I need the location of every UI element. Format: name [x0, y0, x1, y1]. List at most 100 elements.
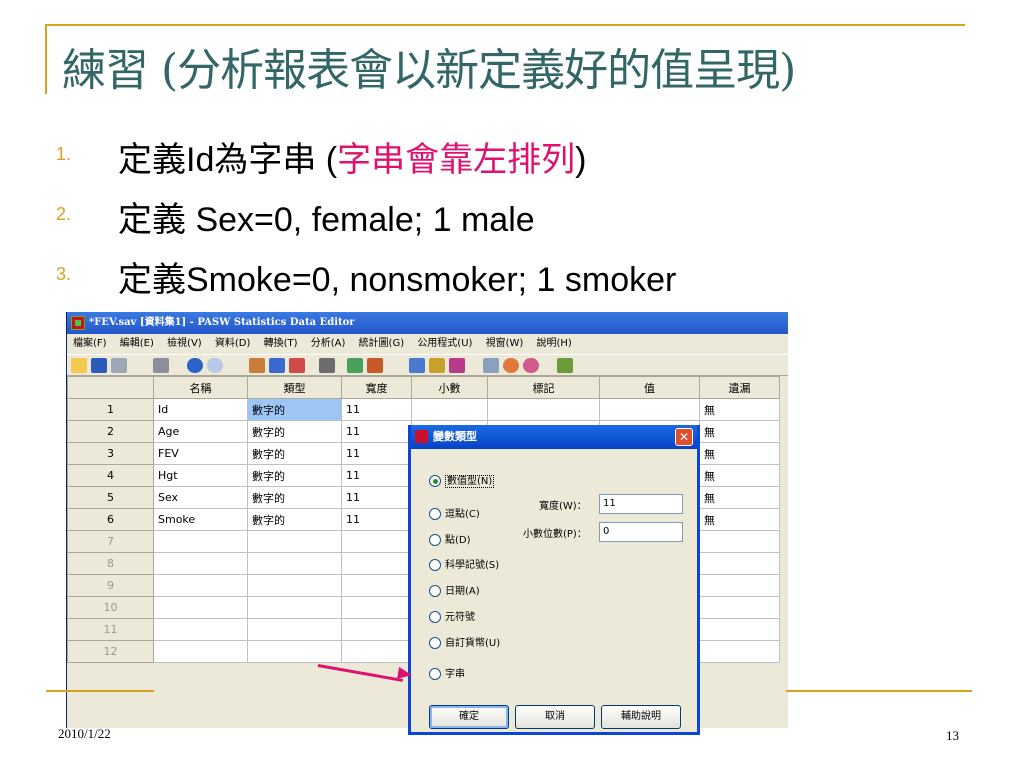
row-header[interactable]: 8 [67, 552, 154, 575]
cell-name[interactable]: Sex [153, 486, 248, 509]
decimals-field[interactable]: 0 [599, 522, 683, 542]
cell-width[interactable]: 11 [341, 442, 412, 465]
cell-width[interactable]: 11 [341, 398, 412, 421]
cell-missing[interactable] [699, 640, 780, 663]
menu-edit[interactable]: 編輯(E) [120, 338, 154, 349]
menu-help[interactable]: 說明(H) [537, 338, 572, 349]
row-header[interactable]: 2 [67, 420, 154, 443]
row-header[interactable]: 4 [67, 464, 154, 487]
window-titlebar[interactable]: *FEV.sav [資料集1] - PASW Statistics Data E… [67, 312, 788, 334]
cell-type[interactable] [247, 552, 342, 575]
value-labels-icon[interactable] [483, 358, 499, 373]
radio-dollar[interactable]: 元符號 [429, 608, 475, 623]
weight-cases-icon[interactable] [429, 358, 445, 373]
cell-name[interactable]: Age [153, 420, 248, 443]
col-header-name[interactable]: 名稱 [153, 376, 248, 399]
radio-button[interactable] [429, 637, 441, 649]
col-header-type[interactable]: 類型 [247, 376, 342, 399]
cell-width[interactable] [341, 640, 412, 663]
close-icon[interactable]: ✕ [675, 428, 693, 446]
radio-button[interactable] [429, 534, 441, 546]
open-icon[interactable] [71, 358, 87, 373]
cell-missing[interactable]: 無 [699, 398, 780, 421]
menu-view[interactable]: 檢視(V) [167, 338, 202, 349]
cell-missing[interactable] [699, 530, 780, 553]
radio-custom-currency[interactable]: 自訂貨幣(U) [429, 634, 500, 649]
cell-type[interactable]: 數字的 [247, 420, 342, 443]
row-header[interactable]: 3 [67, 442, 154, 465]
show-all-icon[interactable] [523, 358, 539, 373]
cell-name[interactable]: FEV [153, 442, 248, 465]
menu-window[interactable]: 視窗(W) [486, 338, 524, 349]
menu-graphs[interactable]: 統計圖(G) [359, 338, 405, 349]
cell-missing[interactable] [699, 574, 780, 597]
cell-missing[interactable]: 無 [699, 442, 780, 465]
cell-width[interactable]: 11 [341, 508, 412, 531]
goto-variable-icon[interactable] [269, 358, 285, 373]
cell-name[interactable] [153, 530, 248, 553]
col-header-decimals[interactable]: 小數 [411, 376, 488, 399]
save-icon[interactable] [91, 358, 107, 373]
cell-missing[interactable] [699, 618, 780, 641]
print-icon[interactable] [111, 358, 127, 373]
variables-icon[interactable] [289, 358, 305, 373]
cell-width[interactable]: 11 [341, 464, 412, 487]
row-header[interactable]: 5 [67, 486, 154, 509]
cell-width[interactable]: 11 [341, 486, 412, 509]
cell-missing[interactable]: 無 [699, 420, 780, 443]
cell-type[interactable] [247, 574, 342, 597]
cell-name[interactable] [153, 574, 248, 597]
col-header-values[interactable]: 值 [599, 376, 700, 399]
cancel-button[interactable]: 取消 [515, 705, 595, 729]
goto-case-icon[interactable] [249, 358, 265, 373]
cell-name[interactable] [153, 596, 248, 619]
cell-type[interactable] [247, 596, 342, 619]
insert-variable-icon[interactable] [367, 358, 383, 373]
cell-type[interactable]: 數字的 [247, 442, 342, 465]
radio-numeric[interactable]: 數值型(N) [429, 472, 495, 488]
ok-button[interactable]: 確定 [429, 705, 509, 729]
cell-type[interactable]: 數字的 [247, 508, 342, 531]
radio-button[interactable] [429, 611, 441, 623]
cell-missing[interactable] [699, 596, 780, 619]
menu-data[interactable]: 資料(D) [215, 338, 251, 349]
spell-check-icon[interactable] [557, 358, 573, 373]
dialog-recall-icon[interactable] [153, 358, 169, 373]
cell-name[interactable] [153, 552, 248, 575]
cell-label[interactable] [487, 398, 600, 421]
menu-analyze[interactable]: 分析(A) [311, 338, 346, 349]
help-button[interactable]: 輔助說明 [601, 705, 681, 729]
undo-icon[interactable] [187, 358, 203, 373]
cell-width[interactable]: 11 [341, 420, 412, 443]
radio-button[interactable] [429, 559, 441, 571]
col-header-label[interactable]: 標記 [487, 376, 600, 399]
radio-scientific[interactable]: 科學記號(S) [429, 556, 499, 571]
radio-string[interactable]: 字串 [429, 665, 465, 680]
cell-name[interactable]: Hgt [153, 464, 248, 487]
cell-values[interactable] [599, 398, 700, 421]
row-header[interactable]: 10 [67, 596, 154, 619]
cell-width[interactable] [341, 552, 412, 575]
radio-button[interactable] [429, 668, 441, 680]
cell-missing[interactable]: 無 [699, 508, 780, 531]
radio-dot[interactable]: 點(D) [429, 531, 471, 546]
cell-width[interactable] [341, 596, 412, 619]
radio-comma[interactable]: 逗點(C) [429, 505, 480, 520]
width-field[interactable]: 11 [599, 494, 683, 514]
redo-icon[interactable] [207, 358, 223, 373]
row-header[interactable]: 6 [67, 508, 154, 531]
cell-name[interactable] [153, 618, 248, 641]
cell-type[interactable] [247, 640, 342, 663]
cell-name[interactable]: Id [153, 398, 248, 421]
col-header-missing[interactable]: 遺漏 [699, 376, 780, 399]
radio-button[interactable] [429, 585, 441, 597]
cell-name[interactable]: Smoke [153, 508, 248, 531]
radio-button[interactable] [429, 475, 441, 487]
cell-decimals[interactable] [411, 398, 488, 421]
cell-name[interactable] [153, 640, 248, 663]
cell-width[interactable] [341, 574, 412, 597]
radio-date[interactable]: 日期(A) [429, 582, 480, 597]
cell-type[interactable]: 數字的 [247, 464, 342, 487]
find-icon[interactable] [319, 358, 335, 373]
col-header-width[interactable]: 寬度 [341, 376, 412, 399]
